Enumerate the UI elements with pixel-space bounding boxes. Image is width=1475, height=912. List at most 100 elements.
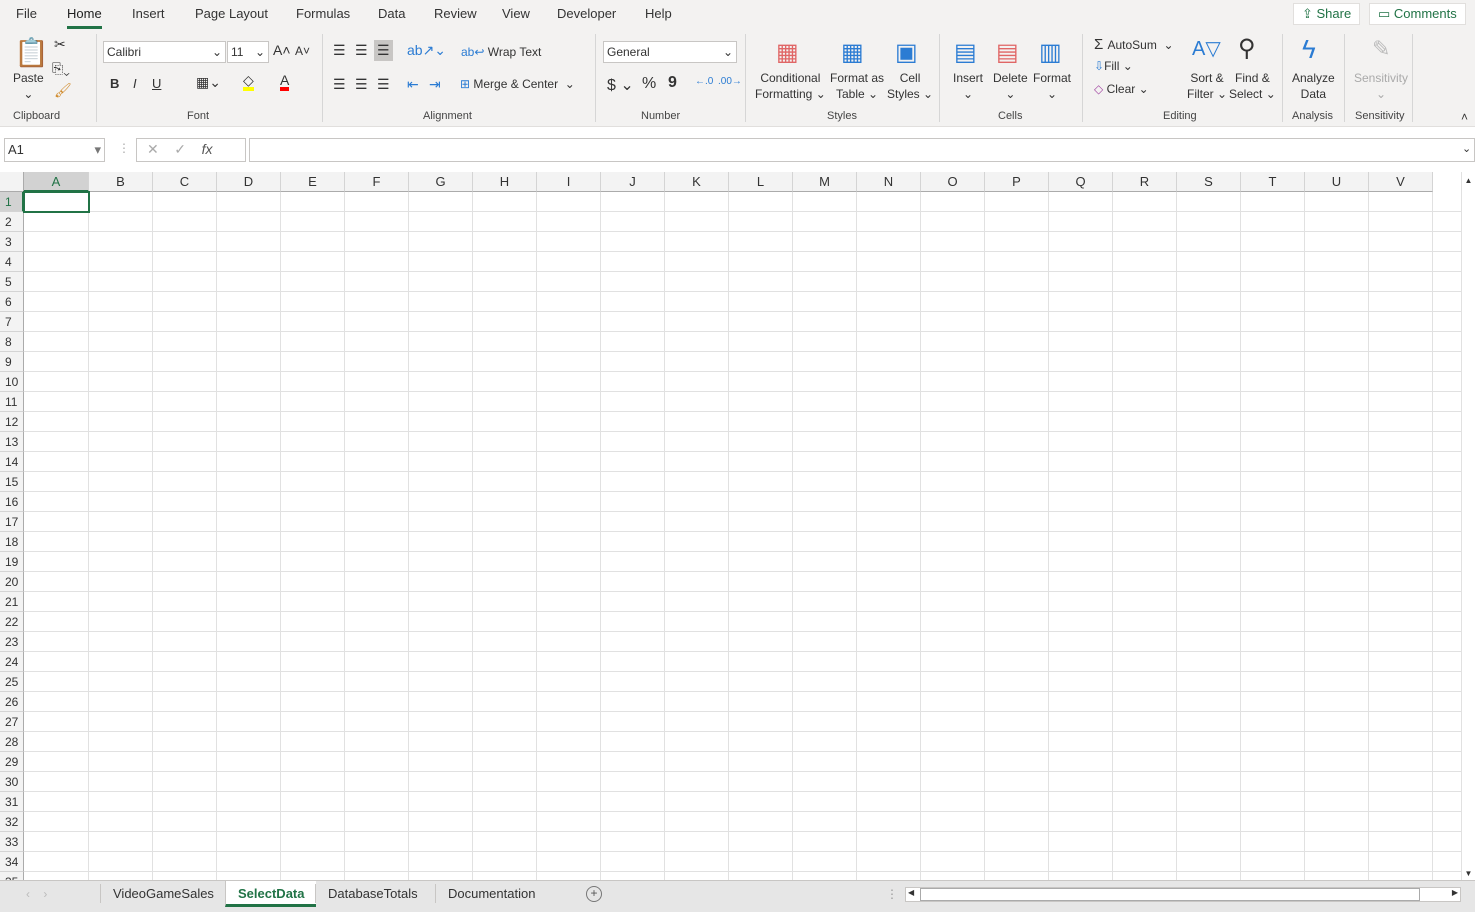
formula-input[interactable] [249, 138, 1475, 162]
row-header-14[interactable]: 14 [0, 452, 24, 472]
merge-center-button[interactable]: ⊞ Merge & Center ⌄ [460, 77, 575, 91]
row-header-20[interactable]: 20 [0, 572, 24, 592]
tab-page-layout[interactable]: Page Layout [195, 6, 268, 21]
column-header-D[interactable]: D [217, 172, 281, 192]
column-header-B[interactable]: B [89, 172, 153, 192]
paste-button[interactable]: Paste ⌄ [13, 70, 44, 102]
decrease-decimal-icon[interactable]: .00→ [718, 76, 742, 87]
column-header-M[interactable]: M [793, 172, 857, 192]
row-header-7[interactable]: 7 [0, 312, 24, 332]
analyze-data-button[interactable]: Analyze Data [1292, 70, 1335, 102]
column-header-N[interactable]: N [857, 172, 921, 192]
column-header-S[interactable]: S [1177, 172, 1241, 192]
row-header-4[interactable]: 4 [0, 252, 24, 272]
fill-button[interactable]: ⇩Fill ⌄ [1094, 59, 1133, 73]
cut-icon[interactable]: ✂ [54, 36, 66, 53]
column-header-L[interactable]: L [729, 172, 793, 192]
column-header-P[interactable]: P [985, 172, 1049, 192]
font-size-select[interactable]: 11 ⌄ [227, 41, 269, 63]
scroll-up-icon[interactable]: ▲ [1462, 176, 1475, 185]
tab-view[interactable]: View [502, 6, 530, 21]
scroll-down-icon[interactable]: ▼ [1462, 869, 1475, 878]
column-header-R[interactable]: R [1113, 172, 1177, 192]
row-header-2[interactable]: 2 [0, 212, 24, 232]
comments-button[interactable]: ▭ Comments [1369, 3, 1466, 25]
autosum-button[interactable]: Σ AutoSum ⌄ [1094, 36, 1174, 53]
column-header-G[interactable]: G [409, 172, 473, 192]
align-top-icon[interactable]: ☰ [333, 42, 346, 59]
row-header-35[interactable]: 35 [0, 872, 24, 880]
tab-formulas[interactable]: Formulas [296, 6, 350, 21]
clear-button[interactable]: ◇ Clear ⌄ [1094, 82, 1149, 96]
row-header-5[interactable]: 5 [0, 272, 24, 292]
font-color-icon[interactable]: A [280, 73, 290, 91]
horizontal-scroll-thumb[interactable] [920, 888, 1420, 901]
row-header-30[interactable]: 30 [0, 772, 24, 792]
percent-button[interactable]: % [642, 75, 656, 93]
row-header-12[interactable]: 12 [0, 412, 24, 432]
row-header-32[interactable]: 32 [0, 812, 24, 832]
column-header-C[interactable]: C [153, 172, 217, 192]
tab-split-handle[interactable]: ⋮ [886, 887, 898, 901]
column-header-J[interactable]: J [601, 172, 665, 192]
orientation-icon[interactable]: ab↗⌄ [407, 42, 446, 59]
number-format-select[interactable]: General ⌄ [603, 41, 737, 63]
row-header-23[interactable]: 23 [0, 632, 24, 652]
row-header-9[interactable]: 9 [0, 352, 24, 372]
column-header-A[interactable]: A [24, 172, 89, 192]
row-header-31[interactable]: 31 [0, 792, 24, 812]
increase-font-icon[interactable]: A˄ [273, 42, 291, 58]
sheet-tab-videogamesales[interactable]: VideoGameSales [100, 884, 226, 903]
sheet-tab-databasetotals[interactable]: DatabaseTotals [315, 884, 430, 903]
selected-cell-a1[interactable] [23, 191, 90, 213]
sheet-tab-selectdata[interactable]: SelectData [225, 881, 317, 907]
italic-button[interactable]: I [133, 76, 137, 91]
find-select-button[interactable]: Find & Select ⌄ [1229, 70, 1276, 102]
row-header-29[interactable]: 29 [0, 752, 24, 772]
sensitivity-button[interactable]: Sensitivity ⌄ [1354, 70, 1408, 102]
increase-decimal-icon[interactable]: ←.0 [695, 76, 713, 87]
row-header-13[interactable]: 13 [0, 432, 24, 452]
comma-button[interactable]: 9 [668, 74, 677, 92]
insert-cells-button[interactable]: Insert ⌄ [953, 70, 983, 102]
row-header-11[interactable]: 11 [0, 392, 24, 412]
row-header-16[interactable]: 16 [0, 492, 24, 512]
name-box[interactable]: A1 ▾ [4, 138, 105, 162]
column-header-V[interactable]: V [1369, 172, 1433, 192]
row-header-19[interactable]: 19 [0, 552, 24, 572]
format-cells-button[interactable]: Format ⌄ [1033, 70, 1071, 102]
tab-help[interactable]: Help [645, 6, 672, 21]
copy-icon[interactable]: ⎘⌄ [52, 60, 70, 77]
column-header-F[interactable]: F [345, 172, 409, 192]
column-header-E[interactable]: E [281, 172, 345, 192]
decrease-indent-icon[interactable]: ⇤ [407, 76, 419, 93]
column-header-U[interactable]: U [1305, 172, 1369, 192]
column-header-K[interactable]: K [665, 172, 729, 192]
insert-function-icon[interactable]: fx [202, 141, 213, 157]
row-header-21[interactable]: 21 [0, 592, 24, 612]
row-header-3[interactable]: 3 [0, 232, 24, 252]
tab-review[interactable]: Review [434, 6, 477, 21]
column-header-O[interactable]: O [921, 172, 985, 192]
column-header-I[interactable]: I [537, 172, 601, 192]
align-right-icon[interactable]: ☰ [377, 76, 390, 93]
borders-icon[interactable]: ▦⌄ [196, 74, 221, 91]
align-center-icon[interactable]: ☰ [355, 76, 368, 93]
underline-button[interactable]: U [152, 76, 161, 91]
row-header-28[interactable]: 28 [0, 732, 24, 752]
align-bottom-icon[interactable]: ☰ [374, 40, 393, 61]
fill-color-icon[interactable]: ◇ [243, 73, 254, 91]
worksheet-grid[interactable]: A B C D E F G H I J K L M N O P Q R S T U V 1 2 3 4 5 6 7 8 9 10 11 12 13 1… [0, 172, 1461, 880]
format-painter-icon[interactable]: 🖌 [54, 82, 72, 99]
row-header-10[interactable]: 10 [0, 372, 24, 392]
horizontal-scrollbar[interactable]: ◀ ▶ [905, 887, 1461, 902]
column-header-H[interactable]: H [473, 172, 537, 192]
row-header-22[interactable]: 22 [0, 612, 24, 632]
row-header-18[interactable]: 18 [0, 532, 24, 552]
tab-insert[interactable]: Insert [132, 6, 165, 21]
tab-home[interactable]: Home [67, 6, 102, 29]
format-as-table-button[interactable]: Format as Table ⌄ [830, 70, 884, 102]
align-middle-icon[interactable]: ☰ [355, 42, 368, 59]
expand-formula-bar-icon[interactable]: ⌄ [1462, 142, 1471, 155]
column-header-Q[interactable]: Q [1049, 172, 1113, 192]
